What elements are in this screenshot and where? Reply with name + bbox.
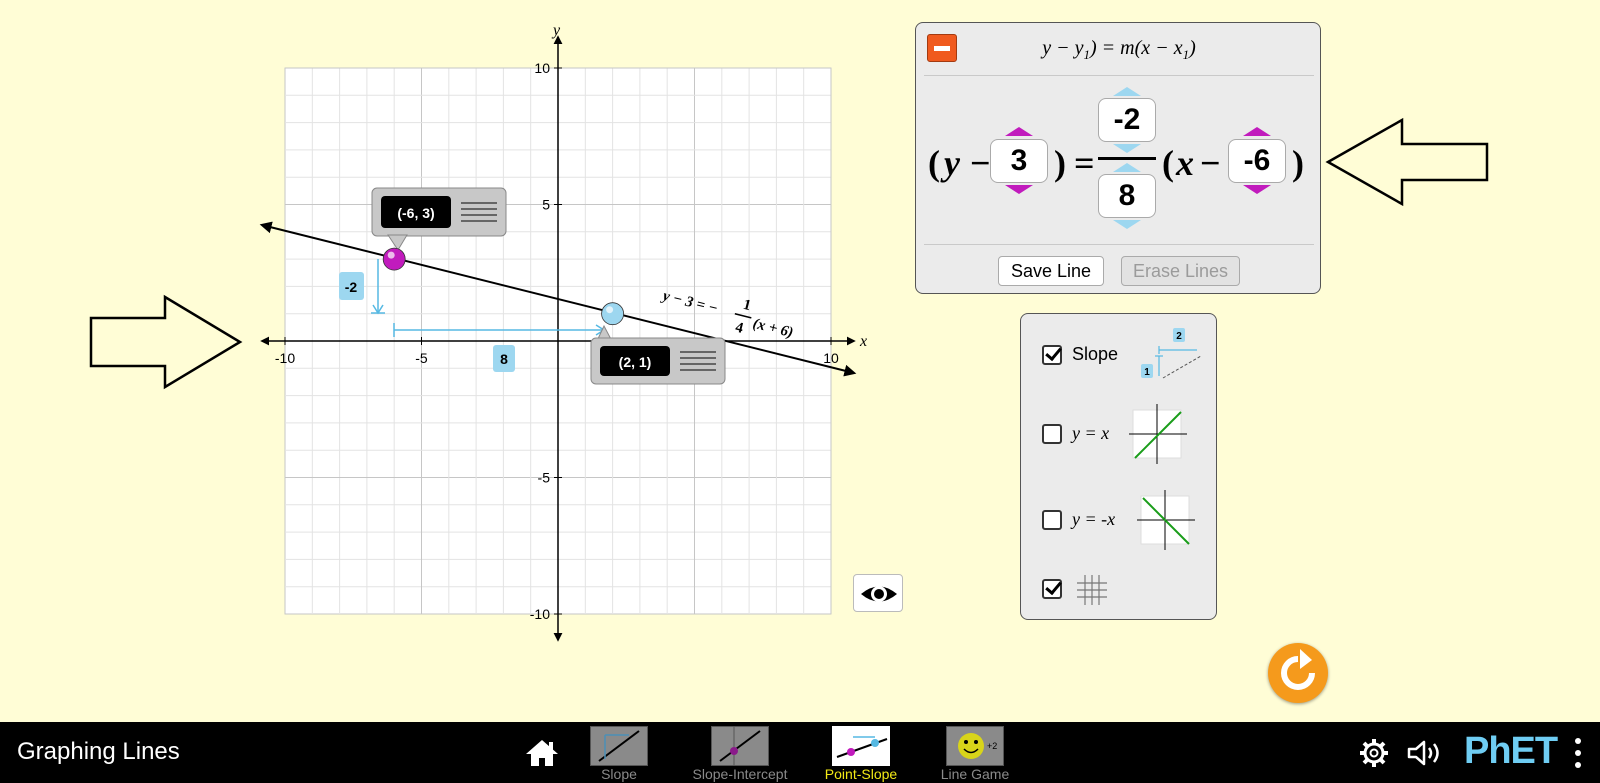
y-tick-label: 10 [534,60,550,76]
slope-screen-icon [590,726,648,766]
rise-badge-text: -2 [345,279,358,295]
point-slope-screen-icon [832,726,890,766]
slope-fraction-bar [1098,157,1156,160]
title-y1: y1 [1074,37,1091,62]
slope-icon-rise: 1 [1144,367,1150,378]
left-pointer-arrow-icon [89,294,243,390]
reset-icon [1281,649,1315,690]
eq-equals: = [1074,143,1095,183]
grid-icon [1077,575,1107,605]
save-line-button[interactable]: Save Line [998,256,1104,286]
settings-gear-icon[interactable] [1358,737,1390,769]
x1-decrement-arrow-icon[interactable] [1243,185,1271,194]
y-equals-x-icon [1129,404,1187,464]
slope-label: Slope [1072,344,1119,364]
x-tick-label: 10 [823,350,839,366]
slope-checkbox[interactable] [1042,345,1062,365]
title-x1: x1 [1173,37,1190,62]
equation-divider-top [924,75,1314,76]
point2-highlight [606,306,614,314]
x1-spinner[interactable]: -6 [1228,139,1286,183]
navigation-bar: Graphing Lines Slope Slope-Intercept Poi… [0,722,1600,783]
equation-form-title: y − y1) = m(x − x1) [1042,37,1196,62]
y-equals-x-label: y = x [1072,423,1110,443]
phet-logo[interactable]: PhET [1464,730,1558,773]
eq-y-var: y [944,143,960,183]
graph[interactable]: x y -10 -5 10 105-5-10 -2 8 y − 3 = − 1 4 … [0,0,900,722]
eq-open-paren-2: ( [1162,143,1174,183]
point1-highlight [387,251,395,259]
eye-icon [861,586,897,602]
point2-handle[interactable] [601,302,624,326]
point1-handle[interactable] [382,247,406,271]
tab-slope-intercept[interactable]: Slope-Intercept [685,722,795,783]
grid-checkbox[interactable] [1042,579,1062,599]
line-game-badge: +2 [987,741,997,751]
y-tick-label: -10 [530,606,550,622]
title-x: x [1141,37,1151,59]
sim-play-area: x y -10 -5 10 10 5 -5 -10 -2 8 y − 3 = − 1 4 … [0,0,1600,722]
eq-close-paren-1: ) [1054,143,1066,183]
eye-toggle-button[interactable] [853,574,903,612]
x-axis-label: x [859,333,867,350]
slope-intercept-screen-icon [711,726,769,766]
rise-decrement-arrow-icon[interactable] [1113,144,1141,153]
point1-coordinates: (-6, 3) [397,205,434,221]
equation-panel: y − y1) = m(x − x1) ( y − 3 ) = -2 8 ( x… [915,22,1321,294]
x1-increment-arrow-icon[interactable] [1243,127,1271,136]
right-pointer-arrow-icon [1325,117,1489,207]
x-tick-label: -10 [275,350,295,366]
y-equals-negative-x-label: y = -x [1072,509,1116,529]
reset-all-button[interactable] [1268,643,1328,703]
title-m: m [1120,37,1135,59]
rise-increment-arrow-icon[interactable] [1113,87,1141,96]
rise-spinner[interactable]: -2 [1098,98,1156,142]
eq-open-paren: ( [928,143,940,183]
home-icon[interactable] [524,738,560,768]
run-increment-arrow-icon[interactable] [1113,163,1141,172]
eq-minus-1: − [970,143,991,183]
tab-line-game-label: Line Game [940,766,1010,782]
y1-spinner[interactable]: 3 [990,139,1048,183]
x-tick-label: -5 [415,350,428,366]
more-options-icon[interactable] [1572,736,1584,770]
slope-icon-run: 2 [1176,331,1182,342]
eq-close-paren-2: ) [1292,143,1304,183]
point2-coordinates: (2, 1) [619,354,652,370]
y-axis-label: y [551,22,561,39]
erase-lines-button[interactable]: Erase Lines [1121,256,1240,286]
tab-line-game[interactable]: +2 Line Game [920,722,1030,783]
title-y: y [1042,37,1052,59]
y-tick-label: 5 [542,197,550,213]
y-tick-label: -5 [538,470,551,486]
run-decrement-arrow-icon[interactable] [1113,220,1141,229]
y-equals-x-checkbox[interactable] [1042,424,1062,444]
run-spinner[interactable]: 8 [1098,174,1156,218]
y-equals-negative-x-checkbox[interactable] [1042,510,1062,530]
slope-icon: 2 1 [1141,328,1202,379]
sim-title: Graphing Lines [17,738,180,765]
line-game-screen-icon: +2 [946,726,1004,766]
options-panel: Slope 2 1 y = x y = -x [1020,313,1217,620]
y1-decrement-arrow-icon[interactable] [1005,185,1033,194]
sound-icon[interactable] [1406,737,1446,769]
eq-minus-2: − [1200,143,1221,183]
run-badge-text: 8 [500,351,508,367]
y1-increment-arrow-icon[interactable] [1005,127,1033,136]
eq-x-var: x [1176,143,1194,183]
equation-divider-bottom [924,244,1314,245]
tab-slope[interactable]: Slope [564,722,674,783]
y-equals-negative-x-icon [1137,490,1195,550]
